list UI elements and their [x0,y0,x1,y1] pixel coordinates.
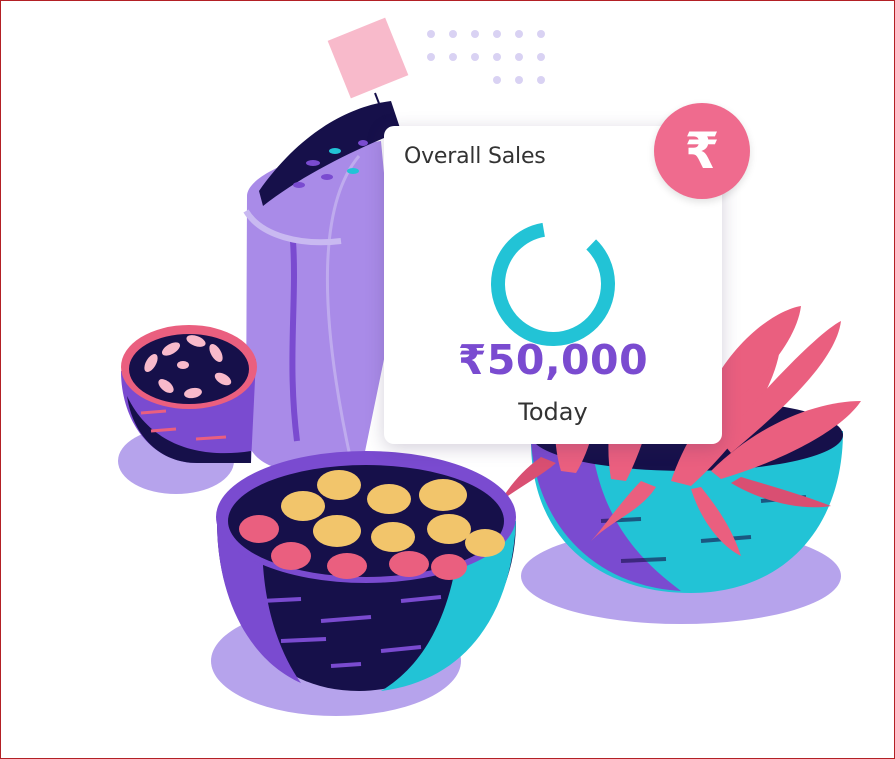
rupee-badge: ₹ [654,103,750,199]
screenshot-frame: Overall Sales ₹50,000 Today ₹ [0,0,895,759]
sack [243,101,401,471]
sales-progress-ring [491,222,615,347]
dots-decoration [427,30,545,84]
card-title: Overall Sales [404,144,546,169]
sales-amount: ₹50,000 [457,336,649,384]
progress-arc [491,222,615,347]
sales-period: Today [518,398,588,426]
rupee-icon: ₹ [684,122,720,180]
price-tag [327,17,409,120]
